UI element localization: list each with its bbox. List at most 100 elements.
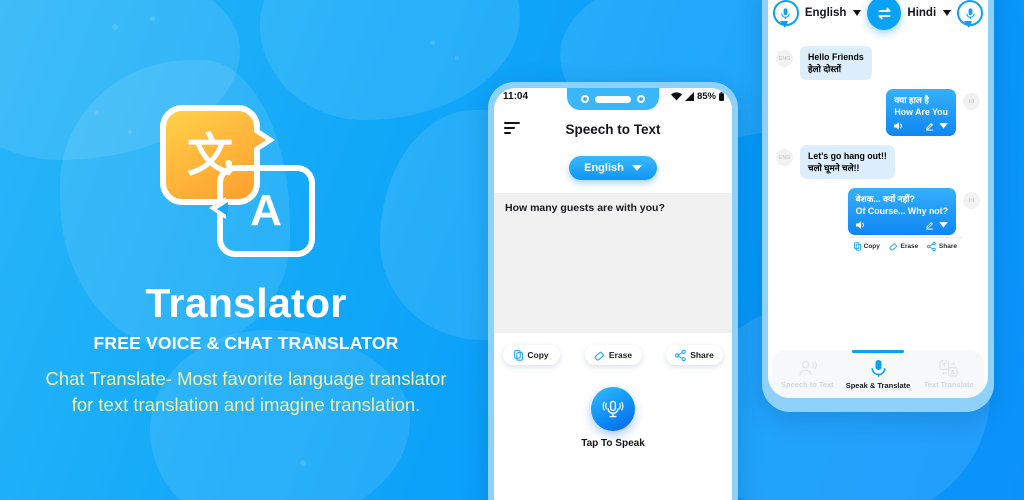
speaker-icon[interactable]: [855, 220, 867, 230]
avatar: ENG: [776, 50, 793, 67]
chevron-down-icon: [631, 165, 642, 171]
battery-icon: [719, 92, 724, 101]
chat-bubble[interactable]: बेशक... क्यों नहीं? Of Course... Why not…: [847, 188, 956, 235]
bubble-primary-text: क्या हाल है: [894, 95, 929, 105]
text-translate-icon: [939, 359, 958, 377]
chat-bubble[interactable]: Let's go hang out!! चलो घूमने चले!!: [800, 145, 895, 179]
copy-button[interactable]: Copy: [503, 345, 560, 365]
app-bar: Speech to Text: [494, 110, 732, 148]
source-language-dropdown[interactable]: English: [805, 7, 862, 19]
bubble-erase-button[interactable]: Erase: [888, 242, 919, 251]
share-button[interactable]: Share: [666, 345, 723, 365]
status-icons: 85%: [670, 91, 724, 102]
source-mic-button[interactable]: [772, 0, 799, 28]
logo-back-card: A: [217, 165, 315, 257]
avatar: HI: [963, 93, 980, 110]
active-tab-indicator: [852, 350, 904, 353]
bubble-action-bar: Copy Erase Share: [847, 237, 963, 251]
chat-row: ENG Let's go hang out!! चलो घूमने चले!!: [776, 145, 980, 179]
target-language-dropdown[interactable]: Hindi: [907, 7, 952, 19]
tab-label: Speak & Translate: [845, 380, 911, 390]
bubble-primary-text: Let's go hang out!!: [808, 151, 887, 161]
chat-bubble[interactable]: क्या हाल है How Are You: [886, 89, 956, 136]
bubble-controls: [894, 121, 948, 131]
bubble-share-button[interactable]: Share: [926, 242, 957, 251]
front-camera-icon: [581, 95, 589, 103]
speech-to-text-icon: [799, 360, 817, 375]
swap-arrows-icon: [878, 7, 891, 19]
tab-text-translate[interactable]: Text Translate: [913, 359, 984, 389]
sensor-icon: [637, 95, 645, 103]
action-chip-row: Copy Erase Share: [494, 333, 732, 365]
bubble-share-label: Share: [938, 243, 957, 250]
earpiece-speaker-icon: [595, 95, 631, 103]
tap-to-speak-area: Tap To Speak: [494, 387, 732, 449]
avatar: ENG: [776, 149, 793, 166]
chevron-down-icon: [943, 10, 952, 16]
bubble-secondary-text: चलो घूमने चले!!: [808, 163, 860, 173]
bubble-primary-text: Hello Friends: [808, 52, 864, 62]
phone-notch: [567, 88, 659, 110]
page-title: Translator: [145, 280, 347, 326]
language-dropdown-value: English: [584, 162, 624, 174]
tab-speech-to-text[interactable]: Speech to Text: [772, 360, 843, 389]
bubble-secondary-text: हेलो दोस्तों: [808, 64, 842, 74]
logo-bubble-tail2-fill: [217, 202, 228, 216]
status-bar: 11:04 85%: [494, 88, 732, 110]
tagline-line-1: Chat Translate- Most favorite language t…: [45, 368, 447, 389]
share-label: Share: [690, 350, 714, 360]
wifi-icon: [670, 92, 682, 101]
source-language-value: English: [804, 7, 847, 19]
app-bar-title: Speech to Text: [565, 121, 661, 137]
phone-mockup-right: English Hindi ENG Hello Friends हेलो दोस…: [762, 0, 994, 412]
chevron-down-icon: [853, 10, 862, 16]
swap-languages-button[interactable]: [867, 0, 902, 30]
phone-screen-right: English Hindi ENG Hello Friends हेलो दोस…: [768, 0, 988, 398]
avatar: HI: [963, 192, 980, 209]
page-subtitle: FREE VOICE & CHAT TRANSLATOR: [93, 333, 399, 353]
tap-to-speak-label: Tap To Speak: [581, 438, 645, 449]
bubble-copy-button[interactable]: Copy: [853, 242, 880, 251]
chat-list[interactable]: ENG Hello Friends हेलो दोस्तों क्या हाल …: [768, 40, 988, 350]
erase-button[interactable]: Erase: [584, 345, 642, 365]
tagline-line-2: for text translation and imagine transla…: [71, 394, 421, 415]
speaker-icon[interactable]: [894, 121, 905, 131]
language-dropdown[interactable]: English: [569, 156, 657, 180]
edit-icon[interactable]: [925, 122, 934, 131]
transcription-text: How many guests are with you?: [505, 202, 665, 214]
share-icon: [675, 349, 686, 361]
hamburger-menu-icon[interactable]: [504, 122, 520, 137]
branding-panel: 文 A Translator FREE VOICE & CHAT TRANSLA…: [0, 0, 492, 500]
microphone-bubble-icon: [781, 7, 791, 19]
microphone-icon: [602, 400, 624, 418]
app-logo: 文 A: [155, 105, 330, 260]
chat-bubble[interactable]: Hello Friends हेलो दोस्तों: [800, 46, 872, 80]
logo-latin-glyph: A: [250, 186, 282, 235]
chat-row: बेशक... क्यों नहीं? Of Course... Why not…: [776, 188, 980, 251]
tab-speak-and-translate[interactable]: Speak & Translate: [843, 350, 914, 390]
target-mic-button[interactable]: [957, 0, 984, 28]
share-icon: [926, 242, 936, 251]
promo-banner: 文 A Translator FREE VOICE & CHAT TRANSLA…: [0, 0, 1024, 500]
language-bar: English Hindi: [768, 0, 988, 40]
page-tagline: Chat Translate- Most favorite language t…: [0, 366, 492, 418]
target-language-value: Hindi: [907, 7, 937, 19]
transcription-textarea[interactable]: How many guests are with you?: [494, 193, 732, 333]
phone-screen-middle: 11:04 85% Speech to Text English How man…: [494, 88, 732, 500]
chat-row: ENG Hello Friends हेलो दोस्तों: [776, 46, 980, 80]
chevron-down-icon[interactable]: [939, 123, 948, 129]
copy-label: Copy: [527, 350, 549, 360]
eraser-icon: [594, 351, 604, 361]
chat-row: क्या हाल है How Are You HI: [776, 89, 980, 136]
tab-label: Speech to Text: [780, 379, 834, 389]
copy-icon: [514, 349, 524, 361]
battery-percent: 85%: [696, 91, 716, 102]
bubble-secondary-text: How Are You: [894, 107, 948, 117]
tap-to-speak-button[interactable]: [591, 387, 635, 431]
phone-mockup-middle: 11:04 85% Speech to Text English How man…: [488, 82, 738, 500]
bubble-copy-label: Copy: [863, 243, 880, 250]
edit-icon[interactable]: [925, 221, 934, 230]
bubble-erase-label: Erase: [900, 243, 919, 250]
signal-icon: [684, 92, 694, 101]
chevron-down-icon[interactable]: [939, 222, 948, 228]
